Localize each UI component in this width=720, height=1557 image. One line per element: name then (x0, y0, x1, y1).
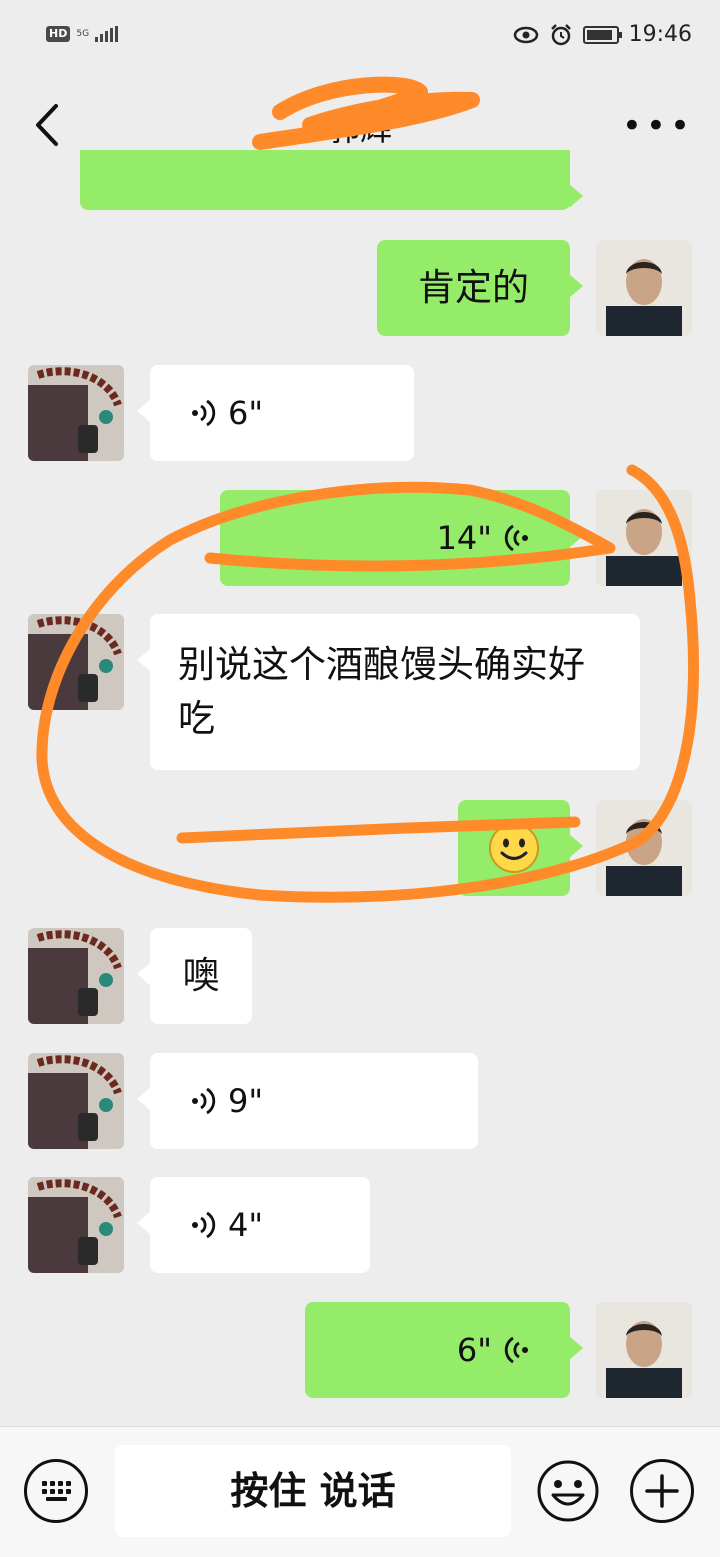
voice-wave-icon (192, 399, 216, 427)
contact-avatar[interactable] (28, 1053, 124, 1149)
alarm-icon (550, 23, 571, 45)
input-bar: 按住 说话 (0, 1426, 720, 1557)
eye-icon (513, 26, 538, 43)
voice-duration: 6" (456, 1331, 492, 1369)
received-voice-message[interactable]: 4" (137, 1177, 370, 1273)
hd-icon: HD (46, 26, 71, 42)
status-right: 19:46 (513, 22, 692, 47)
contact-avatar[interactable] (28, 1177, 124, 1273)
hold-to-talk-button[interactable]: 按住 说话 (115, 1445, 511, 1537)
partial-sent-message (80, 150, 583, 210)
smiley-emoji-icon (489, 823, 539, 873)
battery-icon (582, 25, 622, 44)
contact-avatar[interactable] (28, 928, 124, 1024)
voice-wave-icon (504, 1336, 528, 1364)
emoji-icon[interactable] (536, 1459, 600, 1523)
voice-duration: 14" (436, 519, 492, 557)
sent-message[interactable]: 肯定的 (377, 240, 583, 336)
sent-emoji-message[interactable] (458, 800, 583, 896)
contact-avatar[interactable] (28, 365, 124, 461)
status-bar: HD 5G 19:46 (0, 0, 720, 78)
contact-avatar[interactable] (28, 614, 124, 710)
my-avatar[interactable] (596, 490, 692, 586)
voice-duration: 6" (228, 394, 264, 432)
message-text: 噢 (182, 954, 220, 997)
received-voice-message[interactable]: 9" (137, 1053, 478, 1149)
keyboard-icon[interactable] (24, 1459, 88, 1523)
sent-voice-message[interactable]: 14" (220, 490, 583, 586)
received-voice-message[interactable]: 6" (137, 365, 414, 461)
message-text: 别说这个酒酿馒头确实好吃 (178, 643, 585, 740)
signal-icon (95, 26, 119, 42)
my-avatar[interactable] (596, 800, 692, 896)
my-avatar[interactable] (596, 240, 692, 336)
network-indicators: HD 5G (46, 26, 119, 42)
my-avatar[interactable] (596, 1302, 692, 1398)
voice-duration: 9" (228, 1082, 264, 1120)
clock: 19:46 (628, 22, 692, 47)
received-text-message[interactable]: 别说这个酒酿馒头确实好吃 (137, 614, 640, 770)
received-text-message[interactable]: 噢 (137, 928, 252, 1024)
voice-wave-icon (504, 524, 528, 552)
message-text: 肯定的 (418, 266, 529, 309)
voice-wave-icon (192, 1211, 216, 1239)
voice-duration: 4" (228, 1206, 264, 1244)
network-type: 5G (76, 28, 90, 39)
more-options-icon[interactable]: ••• (622, 106, 694, 146)
sent-voice-message[interactable]: 6" (305, 1302, 583, 1398)
redaction-scribble (252, 76, 480, 150)
voice-wave-icon (192, 1087, 216, 1115)
plus-icon[interactable] (630, 1459, 694, 1523)
